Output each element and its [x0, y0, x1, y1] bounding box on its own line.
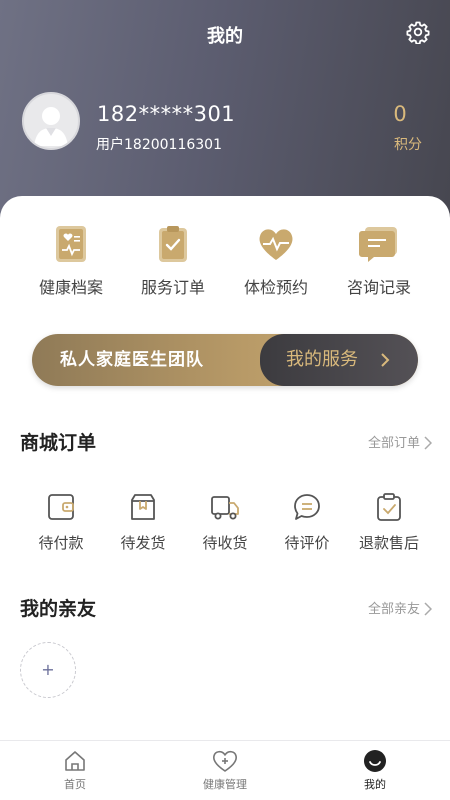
friends-title: 我的亲友 — [20, 598, 97, 620]
all-orders-link[interactable]: 全部订单 — [367, 432, 433, 451]
settings-button[interactable] — [406, 20, 430, 45]
quick-label: 健康档案 — [38, 278, 103, 297]
health-record-icon — [56, 226, 86, 262]
tab-health-management[interactable]: 健康管理 — [165, 741, 285, 800]
tab-mine[interactable]: 我的 — [315, 741, 435, 800]
bottom-tab-bar: 首页 健康管理 我的 — [0, 740, 450, 800]
all-friends-label: 全部亲友 — [367, 602, 420, 617]
content-panel: 健康档案 服务订单 体检预约 咨询记录 私人家庭医生团队 我的服务 商城订单 全… — [0, 196, 450, 741]
family-doctor-banner[interactable]: 私人家庭医生团队 我的服务 — [32, 334, 418, 386]
banner-title: 私人家庭医生团队 — [60, 350, 204, 370]
quick-actions: 健康档案 服务订单 体检预约 咨询记录 — [0, 224, 450, 314]
heartbeat-icon — [259, 229, 293, 260]
avatar-placeholder-icon — [34, 107, 68, 146]
points-label[interactable]: 积分 — [388, 134, 428, 154]
tab-home[interactable]: 首页 — [15, 741, 135, 800]
chevron-right-icon — [424, 435, 433, 450]
quick-label: 服务订单 — [140, 278, 205, 297]
quick-checkup-booking[interactable]: 体检预约 — [226, 224, 326, 298]
order-status-label: 待评价 — [284, 534, 330, 552]
comment-icon — [294, 494, 320, 520]
order-status-label: 待收货 — [202, 534, 248, 552]
quick-label: 咨询记录 — [346, 278, 411, 297]
chevron-right-icon — [424, 601, 433, 616]
truck-icon — [211, 496, 239, 520]
home-icon — [65, 751, 85, 771]
my-service-button[interactable]: 我的服务 — [260, 334, 418, 386]
clipboard-check-icon — [159, 226, 187, 262]
order-status-label: 待发货 — [120, 534, 166, 552]
user-id: 用户18200116301 — [96, 137, 222, 153]
order-status-label: 待付款 — [38, 534, 84, 552]
heart-plus-icon — [213, 750, 237, 772]
mall-orders-title: 商城订单 — [20, 432, 97, 454]
gear-icon — [406, 21, 430, 45]
wallet-icon — [48, 494, 74, 520]
quick-health-record[interactable]: 健康档案 — [21, 224, 121, 298]
page-title: 我的 — [207, 26, 243, 47]
quick-consult-records[interactable]: 咨询记录 — [329, 224, 429, 298]
quick-label: 体检预约 — [243, 278, 308, 297]
tab-label: 我的 — [364, 778, 386, 791]
points-value[interactable]: 0 — [380, 102, 420, 126]
add-friend-button[interactable]: + — [20, 642, 76, 698]
order-pending-receipt[interactable]: 待收货 — [185, 492, 265, 553]
my-service-label: 我的服务 — [286, 349, 358, 370]
smile-icon — [364, 750, 386, 772]
quick-service-orders[interactable]: 服务订单 — [123, 224, 223, 298]
order-status-label: 退款售后 — [358, 534, 419, 552]
mall-order-statuses: 待付款 待发货 待收货 待评价 退款售后 — [0, 492, 450, 562]
order-refund-aftersale[interactable]: 退款售后 — [349, 492, 429, 553]
order-pending-review[interactable]: 待评价 — [267, 492, 347, 553]
all-orders-label: 全部订单 — [367, 436, 420, 451]
username: 182*****301 — [97, 102, 236, 126]
chat-record-icon — [359, 227, 397, 262]
chevron-right-icon — [381, 353, 390, 367]
order-pending-shipment[interactable]: 待发货 — [103, 492, 183, 553]
clipboard-check-icon — [377, 493, 401, 521]
tab-label: 健康管理 — [203, 778, 247, 791]
all-friends-link[interactable]: 全部亲友 — [367, 598, 433, 617]
box-icon — [131, 494, 155, 520]
order-pending-payment[interactable]: 待付款 — [21, 492, 101, 553]
tab-label: 首页 — [64, 778, 86, 791]
avatar[interactable] — [22, 92, 80, 150]
